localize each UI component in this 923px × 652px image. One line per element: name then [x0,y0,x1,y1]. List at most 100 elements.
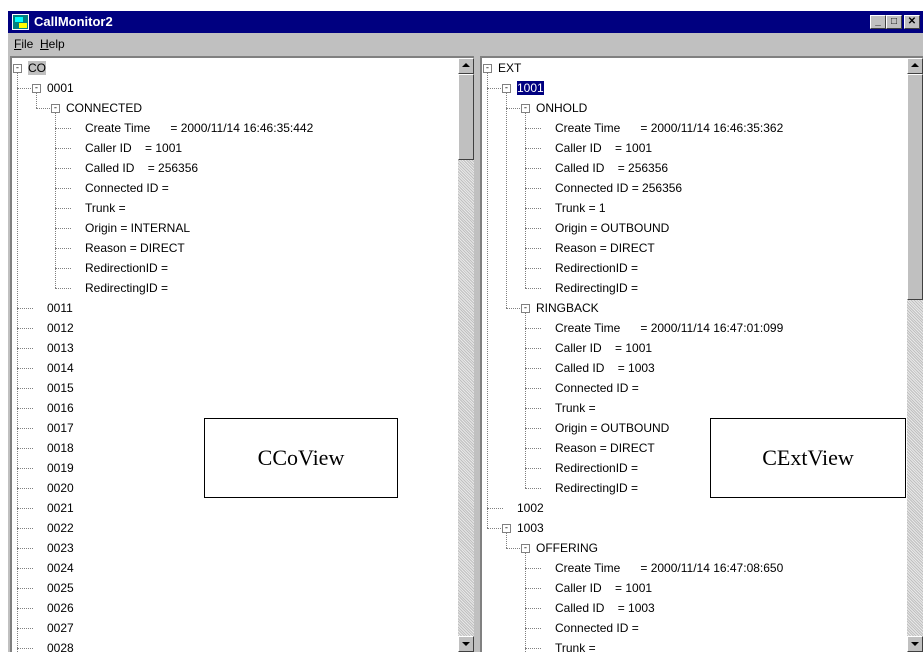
tree-node[interactable]: RedirectionID = [555,458,638,478]
tree-node[interactable]: Caller ID = 1001 [555,578,652,598]
tree-node[interactable]: 0017 [47,418,74,438]
tree-line [525,348,541,349]
collapse-toggle-icon[interactable]: - [51,104,60,113]
tree-node[interactable]: RedirectionID = [555,258,638,278]
tree-node[interactable]: Caller ID = 1001 [555,138,652,158]
tree-node[interactable]: Trunk = 1 [555,198,606,218]
tree-line [525,208,541,209]
scroll-down-button[interactable] [907,636,923,652]
tree-node[interactable]: Reason = DIRECT [555,238,655,258]
scroll-up-button[interactable] [907,58,923,74]
collapse-toggle-icon[interactable]: - [521,544,530,553]
tree-node[interactable]: Create Time = 2000/11/14 16:46:35:362 [555,118,783,138]
tree-node[interactable]: RedirectingID = [555,278,638,298]
tree-node[interactable]: Reason = DIRECT [85,238,185,258]
tree-node[interactable]: Create Time = 2000/11/14 16:46:35:442 [85,118,313,138]
ext-vertical-scrollbar[interactable] [907,58,923,652]
tree-node[interactable]: 0024 [47,558,74,578]
menu-file[interactable]: File [14,37,33,51]
tree-node-label: Connected ID = 256356 [555,181,683,195]
tree-node[interactable]: CONNECTED [66,98,142,118]
tree-node[interactable]: Reason = DIRECT [555,438,655,458]
collapse-toggle-icon[interactable]: - [13,64,22,73]
tree-node[interactable]: 0020 [47,478,74,498]
tree-node[interactable]: 1002 [517,498,544,518]
up-arrow-icon [462,63,470,67]
tree-node[interactable]: 0027 [47,618,74,638]
menu-help[interactable]: Help [40,37,65,51]
tree-line [525,428,541,429]
tree-node[interactable]: Caller ID = 1001 [85,138,182,158]
tree-node[interactable]: 0014 [47,358,74,378]
tree-node[interactable]: Origin = OUTBOUND [555,218,669,238]
tree-node[interactable]: Origin = INTERNAL [85,218,190,238]
callmonitor-app-icon[interactable] [12,14,29,30]
tree-node[interactable]: RedirectingID = [85,278,168,298]
ext-tree-view[interactable]: EXT -1001- ONHOLD - Create Time = 2000/11/14… [480,56,923,652]
tree-node-label: 0023 [47,541,74,555]
tree-line [487,508,503,509]
scroll-thumb[interactable] [907,74,923,300]
tree-node[interactable]: 0015 [47,378,74,398]
tree-node[interactable]: Create Time = 2000/11/14 16:47:08:650 [555,558,783,578]
collapse-toggle-icon[interactable]: - [483,64,492,73]
tree-node[interactable]: 0016 [47,398,74,418]
tree-node[interactable]: Called ID = 256356 [555,158,668,178]
tree-node[interactable]: 0018 [47,438,74,458]
collapse-toggle-icon[interactable]: - [521,104,530,113]
tree-node[interactable]: 0021 [47,498,74,518]
tree-node[interactable]: RINGBACK [536,298,599,318]
collapse-toggle-icon[interactable]: - [521,304,530,313]
tree-node[interactable]: Called ID = 256356 [85,158,198,178]
scroll-thumb[interactable] [458,74,474,160]
tree-node-label: Origin = OUTBOUND [555,221,670,235]
co-vertical-scrollbar[interactable] [458,58,474,652]
tree-node[interactable]: 0023 [47,538,74,558]
scroll-down-button[interactable] [458,636,474,652]
tree-node[interactable]: 0026 [47,598,74,618]
tree-node[interactable]: 0001 [47,78,74,98]
tree-node[interactable]: Called ID = 1003 [555,598,655,618]
collapse-toggle-icon[interactable]: - [502,524,511,533]
tree-node[interactable]: OFFERING [536,538,598,558]
tree-node[interactable]: RedirectionID = [85,258,168,278]
tree-node[interactable]: Connected ID = 256356 [555,178,682,198]
tree-node[interactable]: 1001 [517,78,544,98]
tree-node[interactable]: RedirectingID = [555,478,638,498]
tree-node[interactable]: 0025 [47,578,74,598]
tree-node-label: ONHOLD [536,101,588,115]
tree-line [506,548,522,549]
maximize-button[interactable]: □ [886,15,902,29]
tree-node[interactable]: Caller ID = 1001 [555,338,652,358]
tree-node[interactable]: 0028 [47,638,74,652]
tree-node[interactable]: Trunk = [555,638,596,652]
close-button[interactable]: ✕ [904,15,920,29]
collapse-toggle-icon[interactable]: - [32,84,41,93]
scroll-up-button[interactable] [458,58,474,74]
tree-node[interactable]: 0022 [47,518,74,538]
tree-node-label: Reason = DIRECT [85,241,185,255]
tree-node[interactable]: EXT [498,58,521,78]
tree-node[interactable]: Connected ID = [555,618,639,638]
title-bar[interactable]: CallMonitor2 _ □ ✕ [8,11,923,33]
tree-node[interactable]: Trunk = [555,398,596,418]
tree-node[interactable]: Create Time = 2000/11/14 16:47:01:099 [555,318,783,338]
collapse-toggle-icon[interactable]: - [502,84,511,93]
tree-node[interactable]: 0011 [47,298,73,318]
tree-node-label: EXT [498,61,522,75]
minimize-button[interactable]: _ [870,15,886,29]
tree-node[interactable]: Called ID = 1003 [555,358,655,378]
tree-node[interactable]: CO [28,58,46,78]
co-tree-view[interactable]: CO -0001- CONNECTED - Create Time = 2000/11/… [10,56,474,652]
tree-line [17,408,33,409]
tree-node[interactable]: 0012 [47,318,74,338]
tree-node[interactable]: 1003 [517,518,544,538]
tree-line [525,448,541,449]
tree-node[interactable]: 0019 [47,458,74,478]
tree-node[interactable]: Connected ID = [85,178,169,198]
tree-node[interactable]: Trunk = [85,198,126,218]
tree-node[interactable]: ONHOLD [536,98,587,118]
tree-node[interactable]: Origin = OUTBOUND [555,418,669,438]
tree-node[interactable]: Connected ID = [555,378,639,398]
tree-node[interactable]: 0013 [47,338,74,358]
